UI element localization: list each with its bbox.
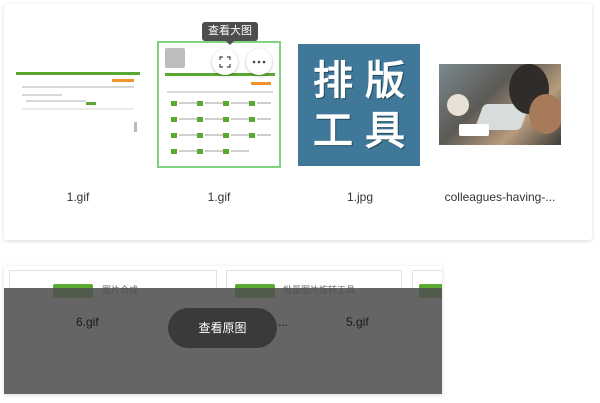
image-placeholder <box>165 48 185 68</box>
file-name: 6.gif <box>76 315 99 329</box>
thumbnail-image[interactable] <box>439 64 561 145</box>
thumbnail-image[interactable]: 排 版 工 具 <box>298 44 420 166</box>
image-glyph: 具 <box>365 108 405 154</box>
thumbnail-image-selected[interactable] <box>157 41 281 168</box>
file-name: 1.jpg <box>346 190 374 204</box>
view-large-tooltip: 查看大图 <box>202 22 258 45</box>
file-name: 5.gif <box>346 315 369 329</box>
thumbnail-image[interactable] <box>16 72 140 136</box>
image-glyph: 工 <box>313 108 353 154</box>
file-name: 1.gif <box>207 190 231 204</box>
image-glyph: 排 <box>313 58 353 104</box>
file-name: colleagues-having-... <box>444 190 556 204</box>
image-glyph: 版 <box>365 58 405 104</box>
expand-icon[interactable] <box>212 49 238 75</box>
more-icon[interactable] <box>246 49 272 75</box>
view-original-button[interactable]: 查看原图 <box>168 308 277 348</box>
file-name: ... <box>278 315 289 329</box>
file-name: 1.gif <box>66 190 90 204</box>
